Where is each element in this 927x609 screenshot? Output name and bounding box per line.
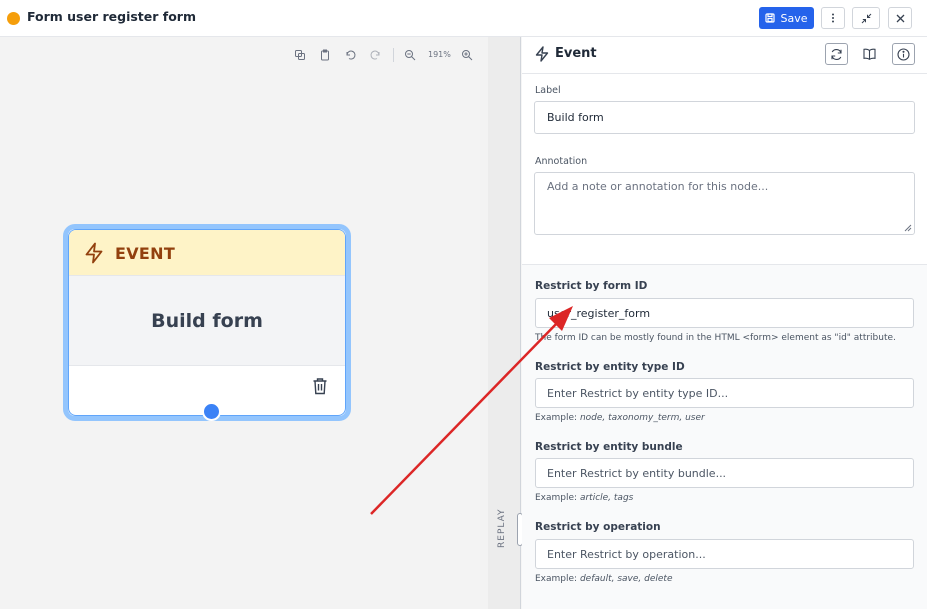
zoom-level: 191% — [428, 50, 451, 59]
save-button[interactable]: Save — [759, 7, 814, 29]
collapse-icon — [861, 13, 871, 23]
zoom-in-icon[interactable] — [461, 49, 473, 61]
status-indicator — [7, 12, 20, 25]
operation-label: Restrict by operation — [535, 521, 661, 533]
operation-help: Example: default, save, delete — [535, 574, 672, 584]
info-button[interactable] — [892, 43, 915, 65]
entity-type-label: Restrict by entity type ID — [535, 361, 685, 373]
close-icon — [896, 14, 904, 22]
event-node[interactable]: EVENT Build form — [63, 224, 351, 421]
undo-icon[interactable] — [344, 49, 356, 61]
panel-header: Event — [522, 37, 927, 74]
properties-panel: Event Label Build form Annotation Add a … — [522, 37, 927, 609]
lightning-icon — [85, 242, 103, 264]
zoom-out-icon[interactable] — [404, 49, 416, 61]
replay-label: REPLAY — [497, 508, 507, 548]
entity-bundle-help: Example: article, tags — [535, 493, 633, 503]
operation-help-prefix: Example: — [535, 574, 580, 584]
panel-title: Event — [555, 46, 597, 61]
more-options-button[interactable] — [821, 7, 845, 29]
operation-help-example: default, save, delete — [579, 574, 673, 584]
operation-input[interactable]: Enter Restrict by operation... — [535, 539, 914, 569]
toolbar-divider — [393, 48, 394, 62]
annotation-textarea[interactable]: Add a note or annotation for this node..… — [534, 172, 915, 235]
entity-type-input[interactable]: Enter Restrict by entity type ID... — [535, 378, 914, 408]
refresh-button[interactable] — [825, 43, 848, 65]
node-label: Build form — [151, 309, 263, 332]
form-id-input[interactable]: user_register_form — [535, 298, 914, 328]
entity-type-help: Example: node, taxonomy_term, user — [535, 413, 705, 423]
close-button[interactable] — [888, 7, 912, 29]
resize-grip-icon[interactable] — [904, 224, 912, 232]
more-vertical-icon — [832, 13, 834, 23]
copy-icon[interactable] — [294, 49, 306, 61]
book-icon — [863, 48, 876, 60]
collapse-button[interactable] — [852, 7, 880, 29]
entity-bundle-help-example: article, tags — [579, 493, 634, 503]
label-field-label: Label — [535, 85, 561, 96]
node-header: EVENT — [69, 230, 345, 276]
annotation-placeholder: Add a note or annotation for this node..… — [547, 180, 769, 193]
workflow-canvas[interactable]: 191% EVENT Build form — [0, 37, 488, 609]
save-icon — [765, 13, 776, 23]
entity-bundle-label: Restrict by entity bundle — [535, 441, 683, 453]
node-type-label: EVENT — [115, 244, 176, 263]
redo-icon[interactable] — [370, 49, 382, 61]
entity-bundle-help-prefix: Example: — [535, 493, 580, 503]
entity-bundle-input[interactable]: Enter Restrict by entity bundle... — [535, 458, 914, 488]
trash-icon[interactable] — [312, 377, 328, 395]
form-id-label: Restrict by form ID — [535, 280, 648, 292]
lightning-icon — [535, 46, 549, 62]
info-icon — [897, 47, 910, 61]
output-connector[interactable] — [202, 402, 221, 421]
node-body: Build form — [69, 276, 345, 366]
event-settings-section: Restrict by form ID user_register_form T… — [522, 264, 927, 609]
page-title: Form user register form — [27, 9, 196, 24]
label-input[interactable]: Build form — [534, 101, 915, 134]
top-header: Form user register form Save — [0, 0, 927, 37]
documentation-button[interactable] — [858, 43, 881, 65]
save-button-label: Save — [780, 11, 808, 25]
annotation-field-label: Annotation — [535, 156, 588, 167]
entity-type-help-example: node, taxonomy_term, user — [579, 413, 705, 423]
form-id-help: The form ID can be mostly found in the H… — [535, 333, 896, 343]
entity-type-help-prefix: Example: — [535, 413, 580, 423]
paste-icon[interactable] — [319, 49, 331, 61]
refresh-icon — [831, 48, 842, 60]
event-node-frame: EVENT Build form — [68, 229, 346, 416]
